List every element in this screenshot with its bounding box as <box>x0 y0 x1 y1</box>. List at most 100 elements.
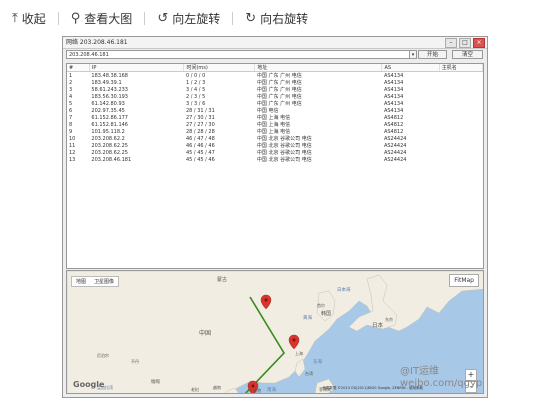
table-cell: 203.208.62.2 <box>91 135 125 142</box>
table-cell: AS4134 <box>383 72 404 79</box>
table-cell: 45 / 45 / 46 <box>185 156 215 163</box>
table-cell: 3 <box>69 86 73 93</box>
table-cell: 183.48.38.168 <box>91 72 128 79</box>
map-type-satellite[interactable]: 卫星图像 <box>90 277 118 286</box>
label-yellowsea: 黄海 <box>303 314 312 321</box>
table-row[interactable]: 10 203.208.62.2 46 / 47 / 48 中国 北京 谷歌公司 电信 A… <box>67 135 483 143</box>
table-cell: 27 / 27 / 30 <box>185 121 215 128</box>
table-cell: AS4812 <box>383 114 404 121</box>
column-header[interactable]: 主机名 <box>439 64 483 72</box>
close-icon[interactable]: × <box>473 38 485 48</box>
table-cell: 2 <box>69 79 73 86</box>
table-row[interactable]: 11 203.208.62.25 46 / 46 / 46 中国 北京 谷歌公司 电信… <box>67 142 483 150</box>
label-southchinasea: 南海 <box>267 386 276 393</box>
watermark: @IT运维 weibo.com/qgyp <box>400 366 482 390</box>
table-cell: AS4812 <box>383 121 404 128</box>
table-cell: AS24424 <box>383 142 407 149</box>
column-header[interactable]: IP <box>89 64 185 72</box>
table-row[interactable]: 4 183.56.30.193 2 / 3 / 5 中国 广东 广州 电信 AS4134 <box>67 93 483 101</box>
rotate-left-button[interactable]: ↺ 向左旋转 <box>157 10 220 27</box>
table-row[interactable]: 2 183.49.39.1 1 / 2 / 3 中国 广东 广州 电信 AS4134 <box>67 79 483 87</box>
table-cell: AS24424 <box>383 135 407 142</box>
table-row[interactable]: 3 58.61.243.233 3 / 4 / 5 中国 广东 广州 电信 AS4134 <box>67 86 483 94</box>
rotate-right-button[interactable]: ↻ 向右旋转 <box>245 10 308 27</box>
table-cell: 中国 上海 电信 <box>256 129 291 135</box>
table-cell <box>439 114 482 121</box>
table-row[interactable]: 1 183.48.38.168 0 / 0 / 0 中国 广东 广州 电信 AS4134 <box>67 72 483 80</box>
map-type-map[interactable]: 地图 <box>72 277 90 286</box>
table-cell <box>439 142 482 149</box>
google-logo: Google <box>73 380 105 389</box>
address-input[interactable]: 203.208.46.181 <box>66 50 411 59</box>
table-cell: 中国 广东 广州 电信 <box>256 73 302 79</box>
column-header[interactable]: 时间(ms) <box>183 64 256 72</box>
table-row[interactable]: 7 61.152.86.177 27 / 30 / 31 中国 上海 电信 AS4812 <box>67 114 483 122</box>
fitmap-button[interactable]: FitMap <box>449 274 479 287</box>
label-bhutan: 不丹 <box>131 359 139 364</box>
table-cell: 中国 电信 <box>256 108 279 114</box>
table-cell: 中国 广东 广州 电信 <box>256 80 302 86</box>
column-header[interactable]: AS <box>381 64 440 72</box>
table-row[interactable]: 5 61.142.80.93 3 / 3 / 6 中国 广东 广州 电信 AS4134 <box>67 100 483 108</box>
table-cell <box>439 135 482 142</box>
table-cell: 中国 广东 广州 电信 <box>256 101 302 107</box>
table-cell: 12 <box>69 149 76 156</box>
table-cell <box>439 86 482 93</box>
table-cell: 3 / 3 / 6 <box>185 100 206 107</box>
table-cell: 中国 北京 谷歌公司 电信 <box>256 143 312 149</box>
label-seoul: 首尔 <box>317 302 325 308</box>
hop-list[interactable]: # IP 时间(ms) 地址 AS 主机名 1 183.48.38.168 0 / 0 / 0… <box>66 63 484 269</box>
table-cell <box>439 107 482 114</box>
table-cell: 7 <box>69 114 73 121</box>
label-japan: 日本 <box>372 321 384 329</box>
table-cell: 61.152.81.146 <box>91 121 128 128</box>
table-cell: 203.208.62.25 <box>91 142 128 149</box>
window-titlebar: 网络 203.208.46.181 – □ × <box>63 37 487 49</box>
table-cell: 61.142.80.93 <box>91 100 125 107</box>
label-seajapan: 日本海 <box>337 286 351 293</box>
table-cell: 1 <box>69 72 73 79</box>
rotate-right-label: 向右旋转 <box>260 11 309 26</box>
table-cell: 13 <box>69 156 76 163</box>
table-cell: 中国 北京 谷歌公司 电信 <box>256 136 312 142</box>
table-row[interactable]: 13 203.208.46.181 45 / 45 / 46 中国 北京 谷歌公司 电… <box>67 156 483 164</box>
label-shanghai: 上海 <box>295 350 303 356</box>
table-row[interactable]: 6 202.97.35.45 28 / 31 / 31 中国 电信 AS4134 <box>67 107 483 115</box>
table-cell: AS4134 <box>383 93 404 100</box>
minimize-icon[interactable]: – <box>445 38 457 48</box>
column-header[interactable]: # <box>67 64 90 72</box>
collapse-button[interactable]: ⤒ 收起 <box>12 10 46 27</box>
table-row[interactable]: 12 203.208.62.25 45 / 45 / 47 中国 北京 谷歌公司 电信… <box>67 149 483 157</box>
clear-button[interactable]: 清空 <box>452 50 483 59</box>
table-cell: 中国 上海 电信 <box>256 115 291 121</box>
table-row[interactable]: 9 101.95.118.2 28 / 28 / 28 中国 上海 电信 AS4812 <box>67 128 483 136</box>
table-row[interactable]: 8 61.152.81.146 27 / 27 / 30 中国 上海 电信 AS4812 <box>67 121 483 129</box>
upload-arrow-icon: ⤒ <box>12 10 18 26</box>
table-cell: 202.97.35.45 <box>91 107 125 114</box>
table-cell: 183.56.30.193 <box>91 93 128 100</box>
label-nepal: 尼泊尔 <box>97 352 109 358</box>
table-cell <box>439 128 482 135</box>
watermark-line1: @IT运维 <box>400 366 440 377</box>
start-button[interactable]: 开始 <box>418 50 447 59</box>
rotate-left-label: 向左旋转 <box>172 11 221 26</box>
table-cell: 中国 广东 广州 电信 <box>256 87 302 93</box>
maximize-icon[interactable]: □ <box>459 38 471 48</box>
address-row: 203.208.46.181 ▾ 开始 清空 <box>66 50 484 60</box>
chevron-down-icon[interactable]: ▾ <box>409 50 417 59</box>
table-cell: 3 / 4 / 5 <box>185 86 206 93</box>
table-cell <box>439 121 482 128</box>
divider <box>144 11 146 25</box>
collapse-label: 收起 <box>21 11 46 26</box>
label-korea: 韩国 <box>321 310 331 317</box>
table-cell: 0 / 0 / 0 <box>185 72 206 79</box>
table-cell: AS24424 <box>383 149 407 156</box>
column-header[interactable]: 地址 <box>254 64 383 72</box>
table-cell: AS4134 <box>383 79 404 86</box>
table-cell: 5 <box>69 100 73 107</box>
table-cell: 101.95.118.2 <box>91 128 125 135</box>
table-cell: AS4812 <box>383 128 404 135</box>
table-header: # IP 时间(ms) 地址 AS 主机名 <box>67 64 483 72</box>
view-large-button[interactable]: ⚲ 查看大图 <box>71 10 133 27</box>
window-title: 网络 203.208.46.181 <box>66 39 128 46</box>
